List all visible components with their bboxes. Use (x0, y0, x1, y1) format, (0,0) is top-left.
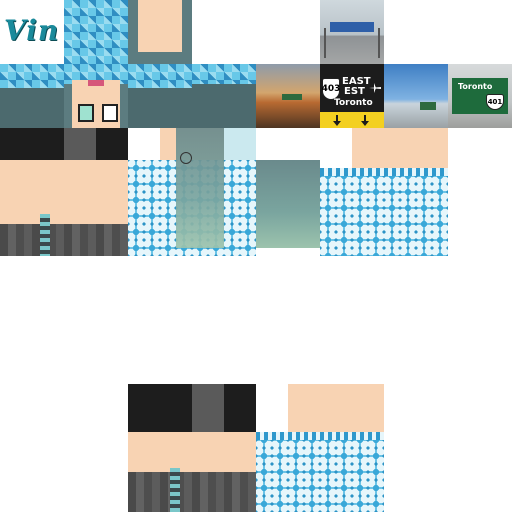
head-front (64, 64, 128, 128)
hat-band-right (128, 64, 192, 88)
torso-shoulder-dark (224, 128, 256, 160)
highway-photo-blue (384, 64, 448, 128)
sign-destination: Toronto (334, 98, 373, 108)
overhead-sign (282, 94, 302, 100)
arrow-down-icon (333, 115, 369, 126)
overhead-sign (420, 102, 436, 110)
hat-band-left (0, 64, 64, 88)
lower-arm-blank (256, 384, 288, 432)
overhead-sign (330, 22, 374, 32)
route-shield: 403 (322, 78, 340, 100)
face-skin-top (138, 0, 182, 52)
hair-strands-front (176, 128, 224, 248)
sign-post (378, 28, 380, 58)
lower-arm-sweater-band (256, 432, 384, 440)
sign-yellow-bar (320, 112, 384, 128)
head-top-face (128, 0, 192, 64)
sign-post (324, 28, 326, 58)
head-back (192, 64, 256, 128)
logo-text: Vin (4, 14, 60, 47)
head-side-left (0, 64, 64, 128)
head-side-right (128, 64, 192, 128)
highway-photo-dusk (256, 64, 320, 128)
highway-photo-sign-green: Toronto 401 (448, 64, 512, 128)
lower-legging-lace (170, 468, 180, 512)
leg-leggings (0, 224, 128, 256)
necklace (180, 152, 192, 164)
leg-skin (0, 160, 128, 224)
eye-left (78, 104, 94, 122)
eye-right (102, 104, 118, 122)
green-sign-destination: Toronto (458, 82, 493, 91)
sign-direction-fr: EST (344, 86, 365, 97)
hair-strands-back (256, 160, 320, 248)
arm-top-blank (320, 128, 352, 168)
highway-photo-top (320, 0, 384, 64)
leg-top-grey (64, 128, 96, 160)
airplane-icon (368, 80, 382, 94)
hat-top (64, 0, 128, 64)
arm-sweater (320, 168, 448, 256)
arm-sweater-band (320, 168, 448, 176)
lower-leg-top-grey (192, 384, 224, 432)
highway-sign: 403 EAST EST Toronto (320, 64, 384, 128)
mouth (88, 80, 104, 86)
lower-leg-skin (128, 432, 256, 472)
hat-band-back (192, 64, 256, 84)
legging-lace (40, 214, 50, 256)
green-sign: Toronto 401 (452, 78, 508, 114)
green-sign-route: 401 (486, 94, 504, 110)
lower-leg-leggings (128, 472, 256, 512)
lower-arm-sweater (256, 432, 384, 512)
arm-top (256, 128, 320, 160)
